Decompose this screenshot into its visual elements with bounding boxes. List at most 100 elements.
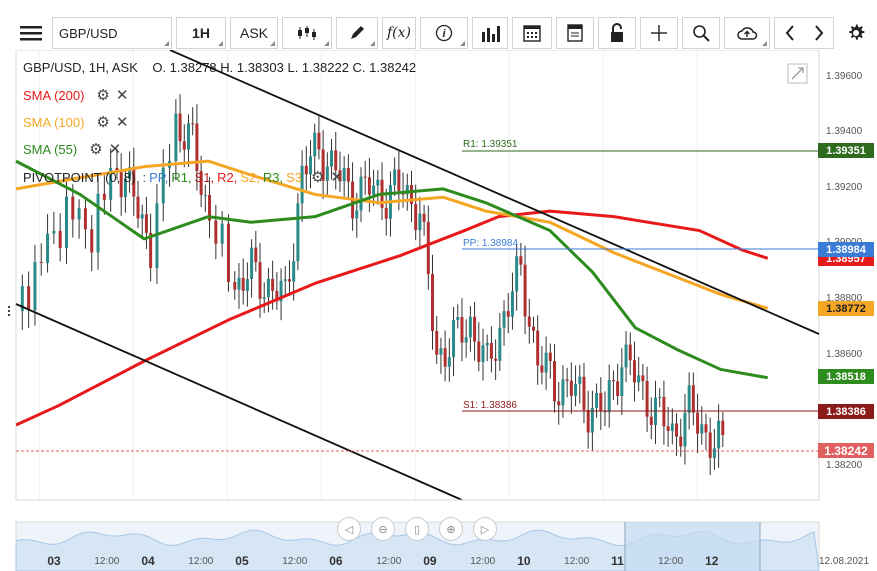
- lock-button[interactable]: [598, 17, 636, 49]
- close-icon[interactable]: ✕: [116, 113, 129, 131]
- close-icon[interactable]: ✕: [330, 168, 343, 186]
- gear-icon[interactable]: ⚙: [89, 140, 102, 158]
- fullscreen-icon[interactable]: [787, 63, 808, 84]
- candle-body: [628, 344, 632, 361]
- gear-icon[interactable]: ⚙: [311, 168, 324, 186]
- sma100-price-tag: 1.38772: [818, 301, 874, 316]
- candle-body: [71, 196, 75, 220]
- indicator-row-sma55[interactable]: SMA (55) ⚙ ✕: [23, 140, 121, 158]
- pivot-part: R2,: [217, 169, 238, 185]
- candle-body: [96, 193, 100, 253]
- indicator-row-sma200[interactable]: SMA (200) ⚙ ✕: [23, 86, 128, 104]
- candle-body: [418, 213, 422, 231]
- indicator-label: PIVOTPOINT (0, 8): [23, 169, 136, 185]
- candle-body: [704, 424, 708, 433]
- chart-type-button[interactable]: [282, 17, 332, 49]
- indicator-row-sma100[interactable]: SMA (100) ⚙ ✕: [23, 113, 128, 131]
- x-axis-day: 11: [611, 554, 624, 568]
- candle-body: [186, 123, 190, 150]
- template-button[interactable]: [556, 17, 594, 49]
- candle-body: [548, 352, 552, 362]
- candle-body: [637, 375, 641, 383]
- x-axis-hour: 12:00: [282, 556, 308, 567]
- candle-body: [258, 262, 262, 299]
- chevron-right-icon[interactable]: [813, 24, 825, 42]
- navigator-window[interactable]: [625, 522, 760, 571]
- cloud-icon: [737, 27, 758, 40]
- candle-body: [58, 230, 62, 249]
- chart-canvas[interactable]: [0, 50, 877, 571]
- candle-body: [214, 220, 218, 244]
- calendar-button[interactable]: [512, 17, 552, 49]
- candle-body: [616, 381, 620, 397]
- grid: [38, 50, 698, 500]
- gear-icon[interactable]: ⚙: [96, 86, 109, 104]
- price-type-selector[interactable]: ASK: [230, 17, 278, 49]
- candle-body: [536, 330, 540, 366]
- scroll-left-button[interactable]: ◁: [337, 517, 361, 541]
- draw-tool-button[interactable]: [336, 17, 378, 49]
- scroll-right-button[interactable]: ▷: [473, 517, 497, 541]
- candle-body: [46, 233, 50, 263]
- indicator-label: SMA (200): [23, 87, 85, 103]
- candle-body: [632, 360, 636, 383]
- candle-body: [460, 317, 464, 343]
- channel-lower-line[interactable]: [15, 303, 463, 501]
- drag-handle-icon[interactable]: [8, 306, 10, 316]
- candle-body: [679, 436, 683, 447]
- gear-icon[interactable]: ⚙: [96, 113, 109, 131]
- zoom-out-icon: ⊖: [378, 523, 388, 536]
- info-button[interactable]: i: [420, 17, 468, 49]
- s1-label: S1: 1.38386: [463, 400, 517, 411]
- sma200-line[interactable]: [15, 209, 769, 427]
- zoom-button[interactable]: [682, 17, 720, 49]
- candle-body: [237, 277, 241, 290]
- hamburger-icon: [20, 26, 42, 41]
- x-axis-day: 05: [235, 554, 249, 568]
- current-price-tag: 1.38242: [818, 443, 874, 458]
- candles-icon: [298, 26, 316, 40]
- pivot-part: S2,: [240, 169, 260, 185]
- price-chart[interactable]: GBP/USD, 1H, ASK O. 1.38278 H. 1.38303 L…: [0, 50, 877, 571]
- candle-body: [317, 132, 321, 150]
- candle-body: [426, 221, 430, 275]
- candle-body: [540, 365, 544, 373]
- close-icon[interactable]: ✕: [109, 140, 122, 158]
- pivot-part: PP,: [149, 169, 169, 185]
- toolbar: GBP/USD 1H ASK f(x) i: [0, 0, 877, 50]
- candle-body: [641, 375, 645, 382]
- symbol-selector[interactable]: GBP/USD: [52, 17, 172, 49]
- zoom-in-button[interactable]: ⊕: [439, 517, 463, 541]
- y-axis-tick: 1.39600: [826, 70, 863, 82]
- crosshair-button[interactable]: [640, 17, 678, 49]
- chevron-left-icon[interactable]: [784, 24, 796, 42]
- candle-body: [464, 337, 468, 343]
- svg-text:i: i: [442, 28, 446, 40]
- indicator-row-pivot[interactable]: PIVOTPOINT (0, 8) : PP, R1, S1, R2, S2, R3, S3 …: [23, 168, 343, 186]
- close-icon[interactable]: ✕: [116, 86, 129, 104]
- r1-label: R1: 1.39351: [463, 139, 518, 150]
- indicators-button[interactable]: f(x): [382, 17, 416, 49]
- candle-body: [140, 214, 144, 219]
- zoom-out-button[interactable]: ⊖: [371, 517, 395, 541]
- candle-body: [296, 203, 300, 262]
- candle-body: [708, 432, 712, 458]
- pivot-part: R3,: [262, 169, 284, 185]
- candle-body: [687, 385, 691, 413]
- candle-body: [226, 223, 230, 282]
- candle-body: [422, 213, 426, 222]
- candle-body: [393, 169, 397, 186]
- interval-selector[interactable]: 1H: [176, 17, 226, 49]
- info-icon: i: [435, 24, 453, 42]
- r1-price-tag: 1.39351: [818, 143, 874, 158]
- settings-button[interactable]: [842, 17, 870, 49]
- volume-button[interactable]: [472, 17, 508, 49]
- reset-zoom-button[interactable]: ▯: [405, 517, 429, 541]
- cloud-button[interactable]: [724, 17, 770, 49]
- x-axis-hour: 12:00: [188, 556, 214, 567]
- menu-button[interactable]: [14, 17, 48, 49]
- candle-body: [523, 264, 527, 317]
- candle-body: [376, 179, 380, 186]
- candle-body: [27, 286, 31, 311]
- candle-body: [203, 194, 207, 196]
